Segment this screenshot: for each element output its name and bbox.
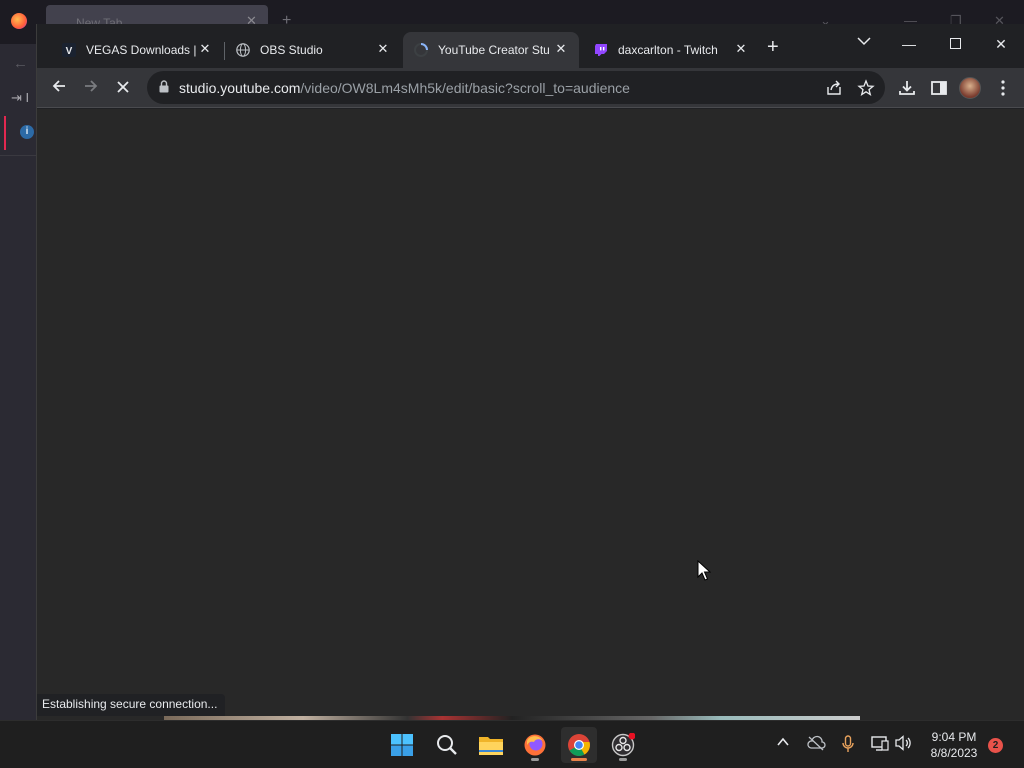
url-host: studio.youtube.com: [179, 80, 301, 96]
download-icon[interactable]: [897, 78, 917, 98]
onedrive-offline-icon[interactable]: [806, 735, 826, 754]
share-icon[interactable]: [825, 79, 843, 97]
loading-spinner-icon: [413, 42, 429, 58]
mouse-cursor-icon: [697, 560, 711, 581]
forward-icon[interactable]: [79, 76, 103, 100]
status-bubble: Establishing secure connection...: [37, 694, 226, 716]
firefox-menu-icon[interactable]: [11, 13, 27, 29]
tab-title: VEGAS Downloads | D: [86, 43, 198, 57]
url-text[interactable]: studio.youtube.com/video/OW8Lm4sMh5k/edi…: [179, 80, 630, 96]
clock-date: 8/8/2023: [930, 746, 978, 760]
taskbar: 9:04 PM 8/8/2023 2: [0, 720, 1024, 768]
profile-avatar[interactable]: [959, 77, 981, 99]
back-icon[interactable]: [47, 76, 71, 100]
show-hidden-icons-chevron-icon[interactable]: [776, 735, 790, 752]
tab-title: YouTube Creator Stu: [438, 43, 550, 57]
tab-obs-studio[interactable]: OBS Studio ✕: [225, 32, 401, 68]
chrome-taskbar-button[interactable]: [561, 727, 597, 763]
side-panel-icon[interactable]: [929, 78, 949, 98]
active-indicator: [571, 758, 587, 761]
tab-close-icon[interactable]: ✕: [733, 41, 749, 57]
tab-search-icon[interactable]: [857, 33, 871, 49]
running-indicator: [531, 758, 539, 761]
tab-strip: V VEGAS Downloads | D ✕ OBS Studio ✕ You…: [37, 24, 1024, 68]
file-explorer-button[interactable]: [473, 727, 509, 763]
running-indicator: [619, 758, 627, 761]
url-path: /video/OW8Lm4sMh5k/edit/basic?scroll_to=…: [300, 80, 630, 96]
firefox-taskbar-button[interactable]: [517, 727, 553, 763]
tab-close-icon[interactable]: ✕: [375, 41, 391, 57]
microphone-icon[interactable]: [842, 735, 854, 756]
lock-icon[interactable]: [159, 80, 169, 98]
notification-badge[interactable]: 2: [988, 738, 1003, 753]
chrome-icon: [568, 734, 590, 756]
vegas-icon: V: [61, 42, 77, 58]
info-icon: i: [20, 125, 34, 139]
start-button[interactable]: [384, 727, 420, 763]
tab-title: OBS Studio: [260, 43, 323, 57]
navigation-toolbar: studio.youtube.com/video/OW8Lm4sMh5k/edi…: [37, 68, 1024, 108]
clock-time: 9:04 PM: [931, 730, 977, 744]
twitch-icon: [593, 42, 609, 58]
page-content[interactable]: [37, 109, 1024, 720]
background-divider: [0, 155, 36, 156]
system-clock[interactable]: 9:04 PM 8/8/2023: [922, 729, 986, 761]
tab-vegas-downloads[interactable]: V VEGAS Downloads | D ✕: [51, 32, 223, 68]
firefox-icon: [524, 734, 546, 756]
obs-taskbar-button[interactable]: [605, 727, 641, 763]
globe-icon: [235, 42, 251, 58]
background-signin-label[interactable]: ⇥ I: [11, 90, 29, 106]
tab-close-icon[interactable]: ✕: [197, 41, 213, 57]
chrome-window: V VEGAS Downloads | D ✕ OBS Studio ✕ You…: [36, 24, 1024, 720]
minimize-icon[interactable]: —: [889, 30, 929, 58]
tab-twitch[interactable]: daxcarlton - Twitch ✕: [583, 32, 759, 68]
tab-title: daxcarlton - Twitch: [618, 43, 718, 57]
network-icon[interactable]: [871, 735, 889, 754]
menu-kebab-icon[interactable]: [993, 78, 1013, 98]
volume-icon[interactable]: [895, 735, 913, 754]
folder-icon: [479, 737, 503, 755]
background-back-icon[interactable]: ←: [13, 55, 28, 72]
stop-loading-icon[interactable]: [111, 76, 135, 100]
svg-text:V: V: [66, 46, 73, 57]
obs-icon: [611, 733, 635, 757]
windows-logo-icon: [391, 734, 413, 756]
search-icon: [437, 735, 457, 755]
tab-close-icon[interactable]: ✕: [553, 41, 569, 57]
new-tab-icon[interactable]: +: [767, 37, 779, 57]
tab-youtube-creator-studio[interactable]: YouTube Creator Stu ✕: [403, 32, 579, 68]
maximize-icon[interactable]: [935, 30, 975, 58]
address-bar[interactable]: studio.youtube.com/video/OW8Lm4sMh5k/edi…: [147, 71, 885, 104]
close-window-icon[interactable]: ✕: [981, 30, 1021, 58]
bookmark-star-icon[interactable]: [857, 79, 875, 97]
taskbar-search-button[interactable]: [429, 727, 465, 763]
